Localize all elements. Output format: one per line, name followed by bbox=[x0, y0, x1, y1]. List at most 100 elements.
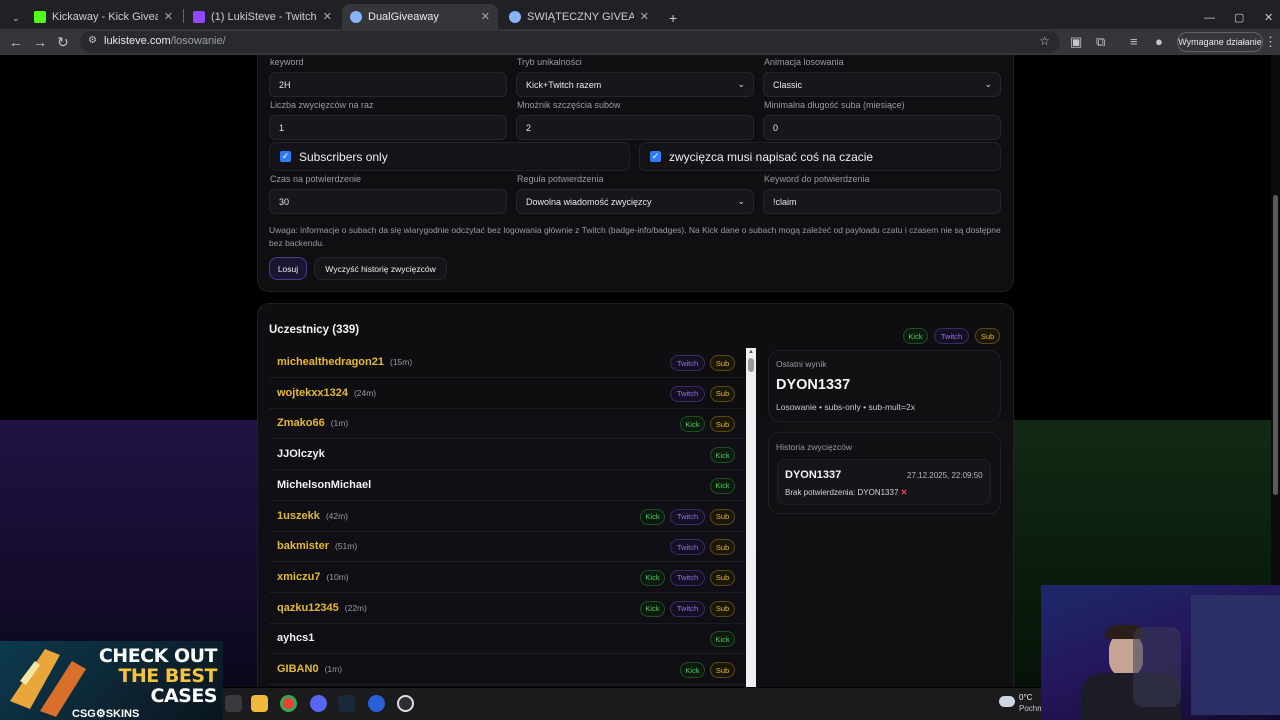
sub-badge: Sub bbox=[710, 600, 735, 617]
tab-twitch[interactable]: (1) LukiSteve - Twitch ✕ bbox=[185, 4, 340, 29]
tab-kickaway[interactable]: Kickaway - Kick Giveaway Tool ✕ bbox=[26, 4, 181, 29]
site-info-icon[interactable]: ⚙ bbox=[88, 35, 97, 46]
confirm-keyword-label: Keyword do potwierdzenia bbox=[764, 174, 870, 184]
confirm-rule-select[interactable]: Dowolna wiadomość zwycięzcy ⌄ bbox=[516, 189, 754, 214]
twitch-favicon-icon bbox=[193, 10, 205, 23]
kick-badge: Kick bbox=[680, 662, 705, 678]
participant-row[interactable]: 1uszekk (42m) Sub Twitch Kick bbox=[269, 502, 745, 532]
history-entry-status: Brak potwierdzenia: DYON1337 ✕ bbox=[785, 488, 908, 497]
participant-name: xmiczu7 (10m) bbox=[277, 570, 349, 583]
shelf-background bbox=[1191, 595, 1280, 715]
confirm-keyword-input[interactable]: !claim bbox=[763, 189, 1001, 214]
tab-dualgiveaway[interactable]: DualGiveaway ✕ bbox=[342, 4, 498, 29]
clear-history-button[interactable]: Wyczyść historię zwycięzców bbox=[314, 257, 447, 280]
back-arrow-icon[interactable]: ← bbox=[9, 34, 23, 50]
sub-luck-input[interactable]: 2 bbox=[516, 115, 754, 140]
history-label: Historia zwycięzców bbox=[776, 442, 853, 452]
legend-kick-badge: Kick bbox=[903, 328, 928, 344]
participant-name: wojtekxx1324 (24m) bbox=[277, 386, 377, 399]
close-icon[interactable]: ✕ bbox=[481, 10, 490, 23]
last-result-label: Ostatni wynik bbox=[776, 359, 827, 369]
media-icon[interactable]: ≡ bbox=[1130, 34, 1138, 50]
scrollbar-thumb[interactable] bbox=[1273, 195, 1278, 495]
sub-badge: Sub bbox=[710, 416, 735, 433]
twitch-badge: Twitch bbox=[670, 539, 705, 556]
participant-duration: (1m) bbox=[330, 418, 349, 429]
participant-row[interactable]: qazku12345 (22m) Sub Twitch Kick bbox=[269, 594, 745, 624]
draw-meta: Losowanie • subs-only • sub-mult=2x bbox=[776, 402, 915, 412]
address-bar[interactable]: ⚙ lukisteve.com/losowanie/ ☆ bbox=[80, 31, 1060, 53]
subs-only-checkbox[interactable]: ✓ Subscribers only bbox=[269, 142, 630, 171]
steam-app-icon[interactable] bbox=[338, 695, 355, 712]
close-icon[interactable]: ✕ bbox=[323, 10, 332, 23]
menu-icon[interactable]: ⋮ bbox=[1264, 34, 1277, 50]
new-tab-button[interactable]: + bbox=[661, 5, 679, 30]
chevron-down-icon: ⌄ bbox=[984, 79, 992, 89]
minimize-button[interactable]: — bbox=[1196, 5, 1216, 30]
participant-name: michealthedragon21 (15m) bbox=[277, 356, 413, 368]
terminal-app-icon[interactable] bbox=[225, 695, 242, 712]
uniqueness-select[interactable]: Kick+Twitch razem ⌄ bbox=[516, 72, 754, 97]
history-entry-date: 27.12.2025, 22:09:50 bbox=[907, 471, 983, 480]
action-required-button[interactable]: Wymagane działanie bbox=[1177, 32, 1263, 52]
subs-only-label: Subscribers only bbox=[299, 149, 388, 164]
bookmark-star-icon[interactable]: ☆ bbox=[1039, 34, 1050, 48]
min-sub-input[interactable]: 0 bbox=[763, 115, 1001, 140]
participant-name: ayhcs1 bbox=[277, 632, 315, 645]
participant-row[interactable]: ayhcs1 Kick bbox=[269, 624, 745, 655]
folder-app-icon[interactable] bbox=[251, 695, 268, 712]
sub-badge: Sub bbox=[710, 662, 735, 678]
close-icon[interactable]: ✕ bbox=[640, 10, 649, 23]
puzzle-icon[interactable]: ⧉ bbox=[1096, 34, 1105, 50]
keyword-input[interactable]: 2H bbox=[269, 72, 507, 97]
confirm-time-label: Czas na potwierdzenie bbox=[270, 174, 362, 184]
discord-app-icon[interactable] bbox=[310, 695, 327, 712]
cloud-weather-icon bbox=[999, 696, 1015, 707]
tab-label: Kickaway - Kick Giveaway Tool bbox=[52, 10, 158, 23]
participant-row[interactable]: michealthedragon21 (15m) Sub Twitch bbox=[269, 348, 745, 378]
chevron-down-icon: ⌄ bbox=[737, 196, 745, 206]
checkmark-icon: ✓ bbox=[650, 151, 661, 162]
participant-row[interactable]: bakmister (51m) Sub Twitch bbox=[269, 532, 745, 563]
scroll-up-icon[interactable]: ▲ bbox=[748, 349, 754, 355]
winners-input[interactable]: 1 bbox=[269, 115, 507, 140]
chrome-app-icon[interactable] bbox=[280, 695, 297, 712]
tab-search-button[interactable]: ⌄ bbox=[4, 6, 22, 31]
participant-name: bakmister (51m) bbox=[277, 540, 358, 553]
participant-row[interactable]: wojtekxx1324 (24m) Sub Twitch bbox=[269, 379, 745, 409]
participant-row[interactable]: xmiczu7 (10m) Sub Twitch Kick bbox=[269, 563, 745, 593]
participant-row[interactable]: MichelsonMichael Kick bbox=[269, 471, 745, 501]
obs-app-icon[interactable] bbox=[397, 695, 414, 712]
participant-row[interactable]: JJOlczyk Kick bbox=[269, 440, 745, 471]
participant-row[interactable]: Zmako66 (1m) Sub Kick bbox=[269, 409, 745, 440]
kick-badge: Kick bbox=[680, 416, 705, 433]
confirm-time-input[interactable]: 30 bbox=[269, 189, 507, 214]
must-write-checkbox[interactable]: ✓ zwycięzca musi napisać coś na czacie bbox=[639, 142, 1001, 171]
close-window-button[interactable]: ✕ bbox=[1256, 5, 1276, 30]
participant-row[interactable]: GIBAN0 (1m) Sub Kick bbox=[269, 655, 745, 685]
close-icon[interactable]: ✕ bbox=[164, 10, 173, 23]
scrollbar-thumb[interactable] bbox=[748, 358, 754, 372]
participant-list-scrollbar[interactable]: ▲ bbox=[746, 348, 756, 687]
tab-giveaway[interactable]: ŚWIĄTECZNY GIVEAWAY ✕ bbox=[501, 4, 657, 29]
animation-label: Animacja losowania bbox=[764, 57, 844, 67]
legend-twitch-badge: Twitch bbox=[934, 328, 969, 344]
animation-select[interactable]: Classic ⌄ bbox=[763, 72, 1001, 97]
confirm-rule-label: Reguła potwierdzenia bbox=[517, 174, 604, 184]
maximize-button[interactable]: ▢ bbox=[1226, 5, 1246, 30]
reload-icon[interactable]: ↻ bbox=[57, 34, 69, 50]
battlenet-app-icon[interactable] bbox=[368, 695, 385, 712]
uniqueness-label: Tryb unikalności bbox=[517, 57, 582, 67]
participant-name: 1uszekk (42m) bbox=[277, 509, 349, 522]
participant-duration: (10m) bbox=[326, 571, 349, 582]
forward-arrow-icon[interactable]: → bbox=[33, 34, 47, 50]
extension-icon[interactable]: ▣ bbox=[1070, 34, 1082, 50]
globe-icon bbox=[350, 10, 362, 23]
sub-info-note: Uwaga: informacje o subach da się wiaryg… bbox=[269, 225, 1001, 248]
sub-badge: Sub bbox=[710, 355, 735, 371]
draw-button[interactable]: Losuj bbox=[269, 257, 307, 280]
tab-label: (1) LukiSteve - Twitch bbox=[211, 10, 317, 23]
kick-badge: Kick bbox=[710, 631, 735, 648]
participant-duration: (15m) bbox=[389, 357, 413, 367]
profile-avatar[interactable]: ● bbox=[1155, 34, 1163, 50]
